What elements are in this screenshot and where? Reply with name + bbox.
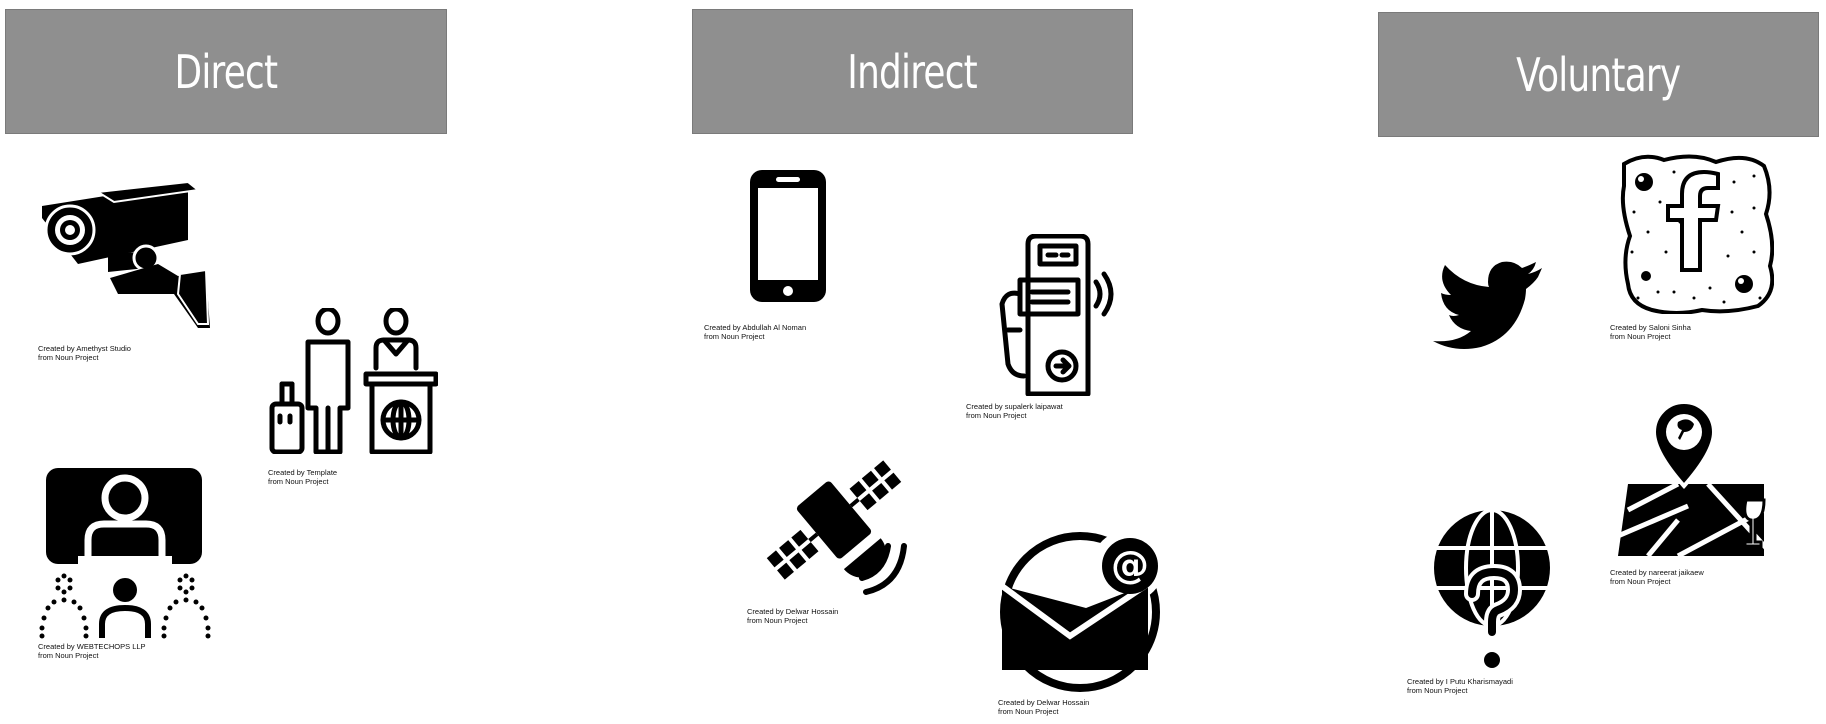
- credit-payment-source: from Noun Project: [966, 410, 1027, 420]
- satellite-icon: [750, 436, 918, 604]
- credit-cctv-source: from Noun Project: [38, 352, 99, 362]
- header-voluntary-label: Voluntary: [1516, 47, 1681, 102]
- credit-smartphone-source: from Noun Project: [704, 331, 765, 341]
- contactless-payment-icon: [986, 234, 1116, 396]
- facebook-icon: [1614, 152, 1774, 314]
- credit-payment: Created by supalerk laipawat from Noun P…: [966, 402, 1063, 420]
- svg-text:@: @: [1111, 543, 1149, 587]
- credit-globe-source: from Noun Project: [1407, 685, 1468, 695]
- smartphone-icon: [748, 168, 828, 304]
- airport-checkin-icon: [268, 308, 438, 454]
- credit-presentation: Created by WEBTECHOPS LLP from Noun Proj…: [38, 642, 146, 660]
- cctv-camera-icon: [38, 182, 214, 330]
- credit-satellite: Created by Delwar Hossain from Noun Proj…: [747, 607, 838, 625]
- header-direct: Direct: [5, 9, 447, 134]
- presentation-audience-icon: [38, 468, 212, 640]
- credit-checkin-source: from Noun Project: [268, 476, 329, 486]
- header-direct-label: Direct: [174, 44, 279, 99]
- credit-satellite-source: from Noun Project: [747, 615, 808, 625]
- header-voluntary: Voluntary: [1378, 12, 1819, 137]
- credit-checkin: Created by Template from Noun Project: [268, 468, 337, 486]
- credit-map-source: from Noun Project: [1610, 576, 1671, 586]
- credit-email: Created by Delwar Hossain from Noun Proj…: [998, 698, 1089, 716]
- credit-cctv: Created by Amethyst Studio from Noun Pro…: [38, 344, 131, 362]
- credit-facebook-source: from Noun Project: [1610, 331, 1671, 341]
- credit-facebook: Created by Saloni Sinha from Noun Projec…: [1610, 323, 1691, 341]
- credit-map: Created by nareerat jaikaew from Noun Pr…: [1610, 568, 1704, 586]
- credit-presentation-source: from Noun Project: [38, 650, 99, 660]
- credit-email-source: from Noun Project: [998, 706, 1059, 716]
- header-indirect-label: Indirect: [847, 44, 978, 99]
- map-location-pin-icon: [1618, 400, 1774, 558]
- header-indirect: Indirect: [692, 9, 1133, 134]
- credit-globe: Created by I Putu Kharismayadi from Noun…: [1407, 677, 1513, 695]
- credit-smartphone: Created by Abdullah Al Noman from Noun P…: [704, 323, 806, 341]
- twitter-bird-icon: [1432, 260, 1544, 350]
- email-icon: @: [998, 526, 1168, 694]
- globe-question-icon: [1432, 508, 1552, 670]
